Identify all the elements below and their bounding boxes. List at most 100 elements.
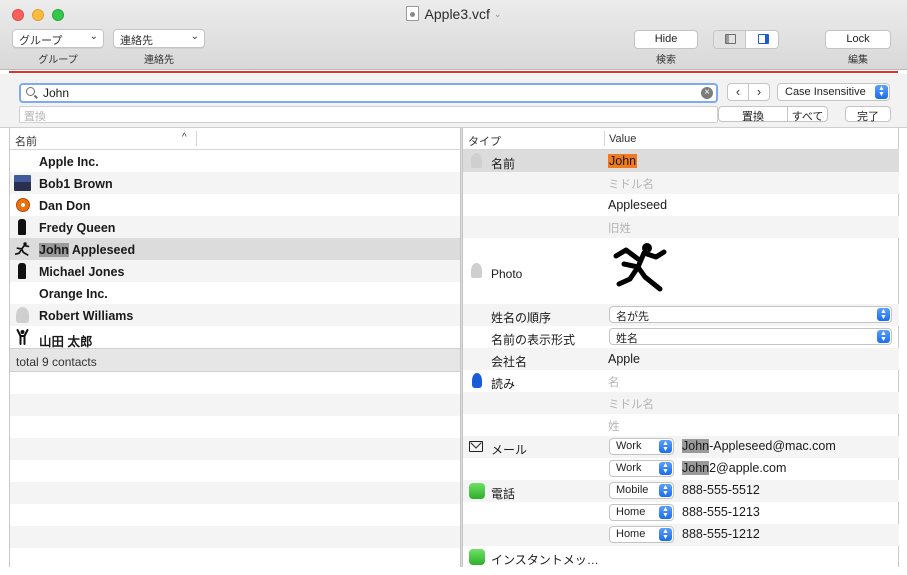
contact-row[interactable]: Michael Jones [10,260,462,282]
contact-name: Robert Williams [39,309,134,323]
reading-last-row[interactable]: 姓 [463,414,899,436]
contact-row[interactable]: Robert Williams [10,304,462,326]
window-title-text: Apple3.vcf [424,6,490,22]
contact-popup[interactable]: 連絡先 ⌄ [113,29,205,48]
search-query: John [43,86,70,100]
column-separator[interactable] [196,131,197,146]
email-type-popup[interactable]: Work ▲ ▼ [609,438,674,455]
search-input[interactable]: John × [19,83,718,103]
group-popup[interactable]: グループ ⌄ [12,29,104,48]
chevron-down-icon[interactable]: ⌄ [494,9,502,19]
jumping-silhouette-icon [14,242,30,256]
email-rest: -Appleseed@mac.com [709,439,836,453]
maiden-name-field[interactable]: 旧姓 [608,220,631,236]
phone-row: Home ▲ ▼ 888-555-1213 [463,502,899,524]
instant-message-row[interactable]: インスタントメッ… [463,546,899,568]
sidebar-left-icon [725,34,736,44]
phone-type-popup[interactable]: Mobile ▲ ▼ [609,482,674,499]
middle-name-field[interactable]: ミドル名 [608,176,654,192]
photo-row[interactable]: Photo [463,238,899,304]
email-type-value: Work [616,440,642,452]
company-value[interactable]: Apple [608,352,640,366]
contact-count-status: total 9 contacts [10,348,462,372]
popup-stepper-icon: ▲ ▼ [877,308,890,321]
column-separator[interactable] [604,131,605,146]
maiden-name-row[interactable]: 旧姓 [463,216,899,238]
middle-name-row[interactable]: ミドル名 [463,172,899,194]
email-value[interactable]: John2@apple.com [682,461,786,475]
name-column-label: 名前 [15,136,37,148]
contact-row[interactable]: Apple Inc. [10,150,462,172]
type-column-header[interactable]: タイプ [468,133,501,149]
contact-row[interactable]: Orange Inc. [10,282,462,304]
message-icon [469,549,485,565]
case-sensitivity-popup[interactable]: Case Insensitive ▲ ▼ [777,83,890,101]
name-order-value: 名が先 [616,311,649,323]
sort-ascending-icon[interactable]: ^ [182,132,187,143]
replace-input[interactable]: 置換 [19,106,718,123]
jumping-person-photo[interactable] [608,240,670,302]
phone-number[interactable]: 888-555-5512 [682,483,760,497]
company-label: 会社名 [491,355,528,369]
phone-number[interactable]: 888-555-1213 [682,505,760,519]
contact-row[interactable]: Bob1 Brown [10,172,462,194]
clear-search-icon[interactable]: × [701,87,713,99]
company-row[interactable]: 会社名 Apple [463,348,899,370]
phone-number[interactable]: 888-555-1212 [682,527,760,541]
done-button[interactable]: 完了 [845,106,891,123]
instant-message-label: インスタントメッ… [491,553,599,567]
hide-button[interactable]: Hide [634,30,698,49]
display-format-value: 姓名 [616,333,638,345]
contact-popup-label: 連絡先 [120,35,153,47]
contact-row-selected[interactable]: John Appleseed [10,238,462,260]
detail-header: タイプ Value [463,128,899,150]
value-column-header[interactable]: Value [609,133,636,145]
email-type-popup[interactable]: Work ▲ ▼ [609,460,674,477]
reading-icon [472,373,482,388]
phone-type-popup[interactable]: Home ▲ ▼ [609,504,674,521]
last-name-value[interactable]: Appleseed [608,198,667,212]
email-value[interactable]: John-Appleseed@mac.com [682,439,836,453]
reading-middle-row[interactable]: ミドル名 [463,392,899,414]
phone-type-value: Mobile [616,484,649,496]
phone-row: Home ▲ ▼ 888-555-1212 [463,524,899,546]
replace-all-button[interactable]: すべて [787,106,828,123]
previous-match-button[interactable]: ‹ [727,83,749,101]
email-label: メール [491,443,528,457]
right-panel-toggle[interactable] [747,31,778,48]
contact-row[interactable]: 山田 太郎 [10,326,462,349]
lock-button[interactable]: Lock [825,30,891,49]
phone-type-popup[interactable]: Home ▲ ▼ [609,526,674,543]
next-match-button[interactable]: › [748,83,770,101]
first-name-value[interactable]: John [608,154,638,168]
display-format-row: 名前の表示形式 姓名 ▲ ▼ [463,326,899,348]
replace-button[interactable]: 置換 [718,106,788,123]
name-column-header[interactable]: 名前 ^ [10,128,462,150]
case-option-label: Case Insensitive [785,86,866,98]
mountain-photo-icon [14,175,31,191]
left-panel-toggle[interactable] [714,31,746,48]
panel-segmented-control[interactable] [713,30,779,49]
contact-row[interactable]: Fredy Queen [10,216,462,238]
reading-first-field[interactable]: 名 [608,374,620,390]
name-row[interactable]: 名前 John [463,150,899,172]
person-icon [16,307,29,323]
contact-row[interactable]: Dan Don [10,194,462,216]
chevron-down-icon: ⌄ [190,31,199,42]
mail-icon [469,441,483,452]
reading-last-field[interactable]: 姓 [608,418,620,434]
zoom-window-button[interactable] [52,9,64,21]
name-order-popup[interactable]: 名が先 ▲ ▼ [609,306,892,323]
empty-row [10,438,462,460]
reading-row[interactable]: 読み 名 [463,370,899,392]
display-format-popup[interactable]: 姓名 ▲ ▼ [609,328,892,345]
find-bar: John × 置換 ‹ › Case Insensitive ▲ ▼ 置換 すべて… [0,74,907,128]
close-window-button[interactable] [12,9,24,21]
minimize-window-button[interactable] [32,9,44,21]
separator-line [9,71,898,73]
flower-photo-icon [16,198,30,212]
reading-middle-field[interactable]: ミドル名 [608,396,654,412]
popup-stepper-icon: ▲ ▼ [659,440,672,453]
email-row: メール Work ▲ ▼ John-Appleseed@mac.com [463,436,899,458]
last-name-row[interactable]: Appleseed [463,194,899,216]
